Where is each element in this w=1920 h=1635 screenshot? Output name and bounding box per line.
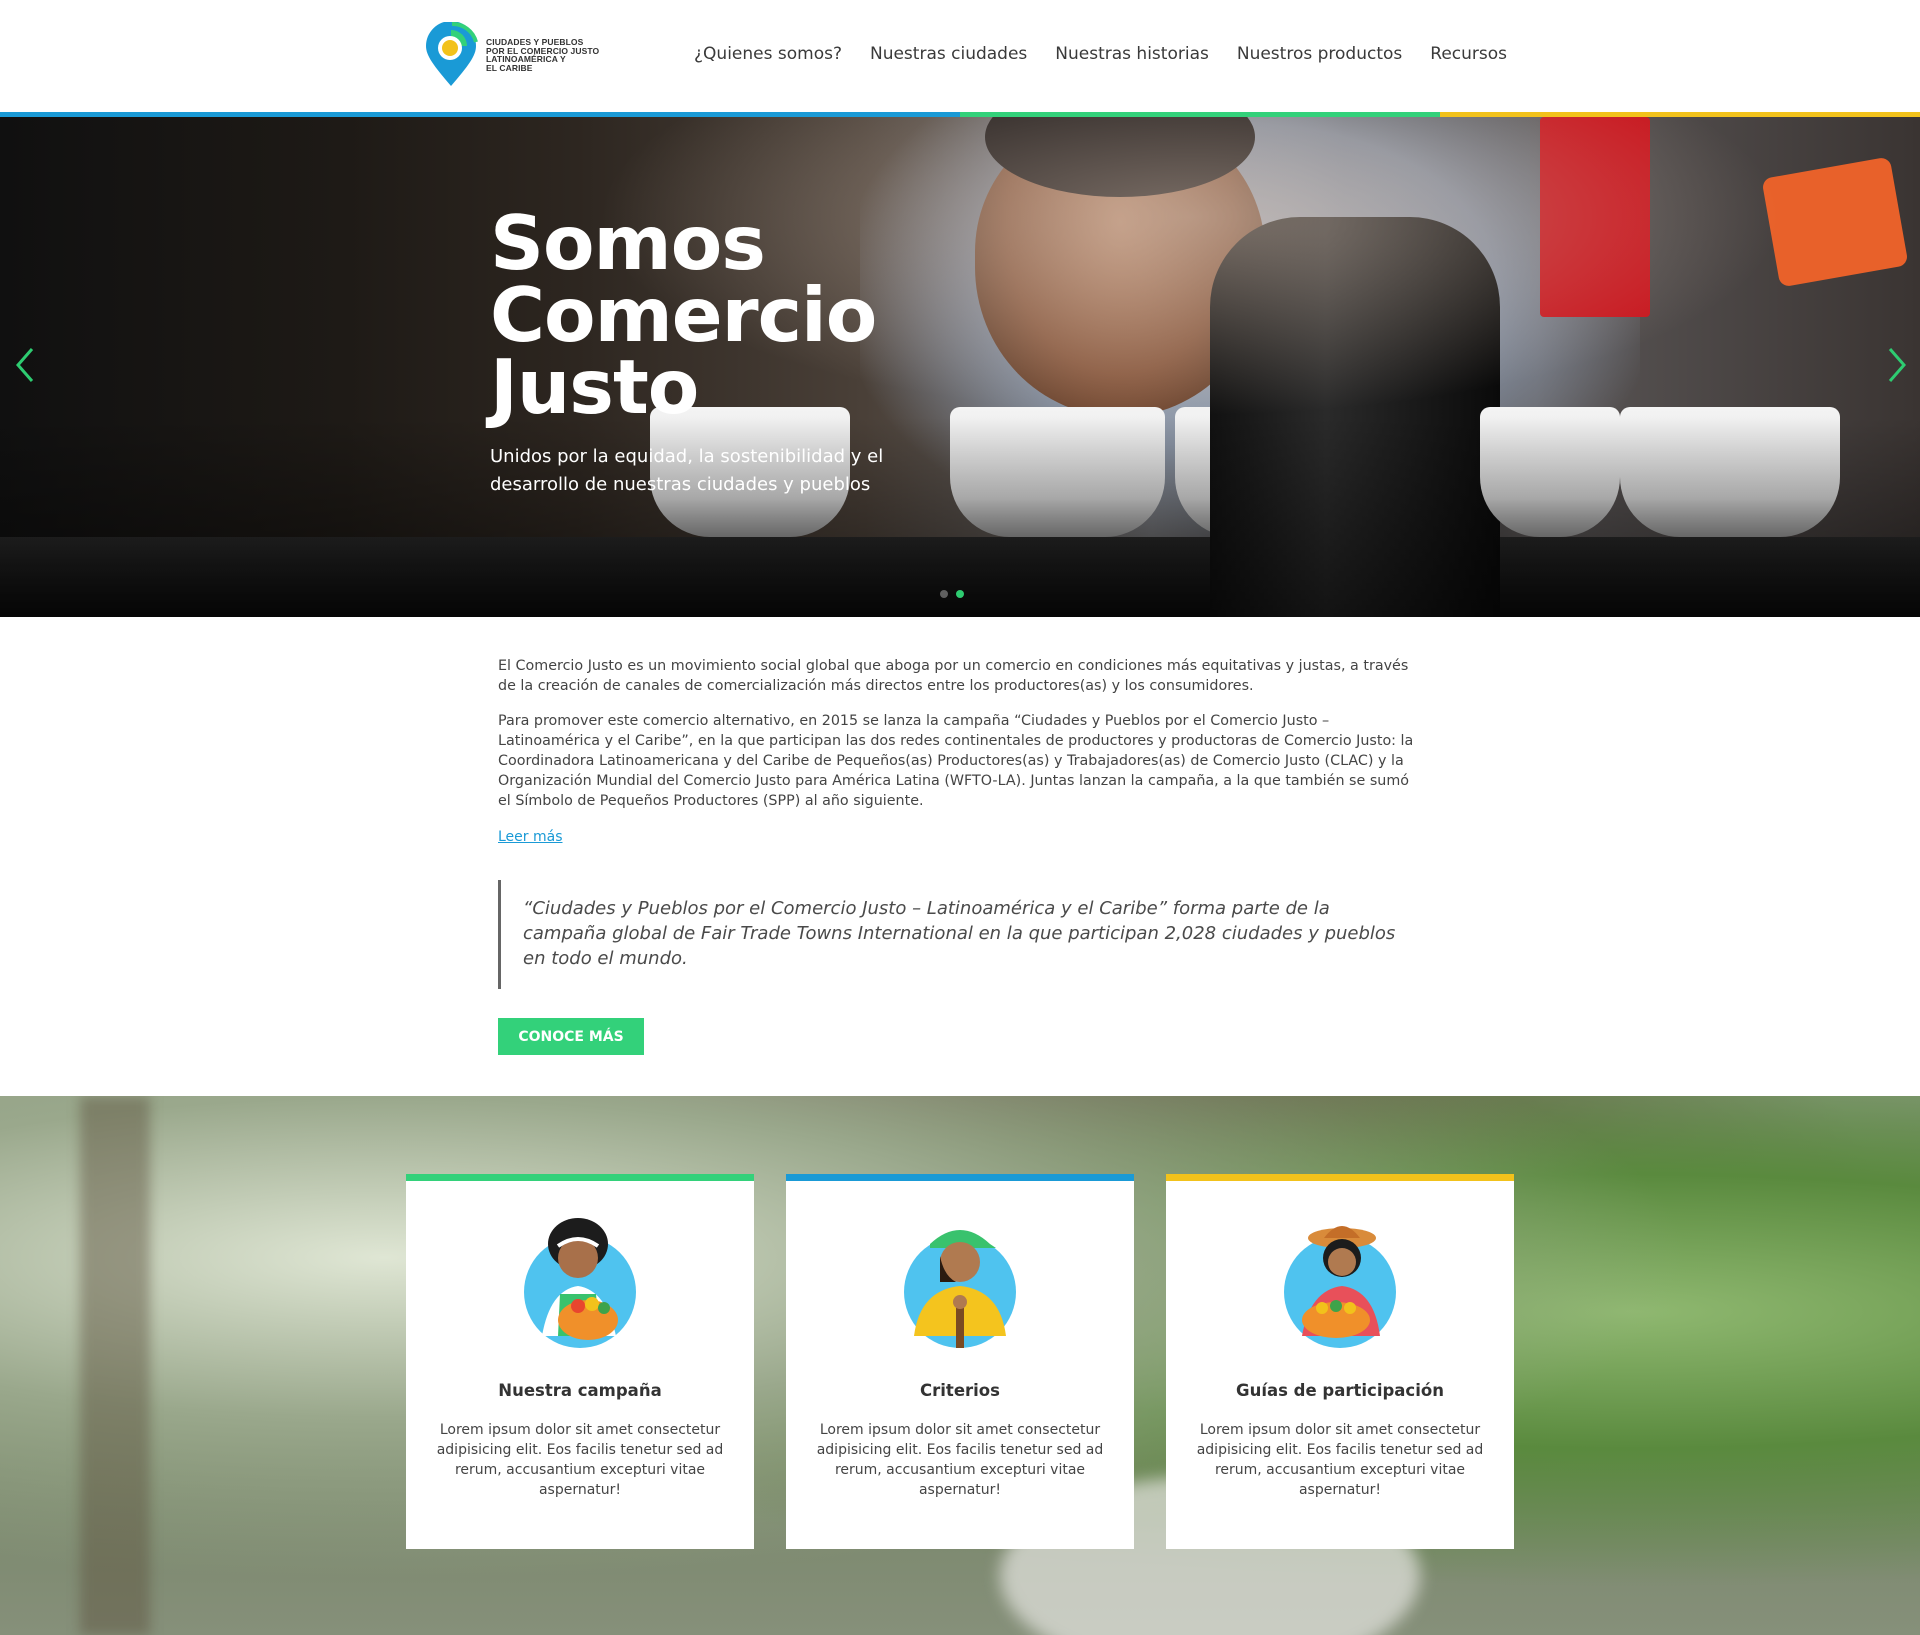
pin-logo-icon [426,22,478,86]
nav-item-quienes-somos[interactable]: ¿Quienes somos? [694,44,842,64]
card-text: Lorem ipsum dolor sit amet consectetur a… [1196,1422,1484,1498]
chevron-right-icon[interactable] [1882,345,1910,385]
card-accent-bar [1166,1174,1514,1181]
nav-item-nuestras-ciudades[interactable]: Nuestras ciudades [870,44,1027,64]
nav-item-recursos[interactable]: Recursos [1430,44,1507,64]
hero-overlay [0,117,1920,617]
slider-dot-active[interactable] [956,590,964,598]
main-nav: ¿Quienes somos? Nuestras ciudades Nuestr… [694,44,1507,64]
intro-text: El Comercio Justo es un movimiento socia… [498,656,1418,826]
site-logo[interactable]: CIUDADES Y PUEBLOS POR EL COMERCIO JUSTO… [422,22,602,90]
card-title: Guías de participación [1236,1381,1444,1400]
hero-title-line: Comercio [490,271,877,359]
woman-with-basket-icon [524,1218,636,1348]
intro-paragraph: El Comercio Justo es un movimiento socia… [498,658,1409,694]
read-more-link[interactable]: Leer más [498,829,563,845]
card-text: Lorem ipsum dolor sit amet consectetur a… [816,1422,1104,1498]
campaign-quote: “Ciudades y Pueblos por el Comercio Just… [498,880,1418,989]
card-text: Lorem ipsum dolor sit amet consectetur a… [436,1422,724,1498]
slider-dot[interactable] [940,590,948,598]
hero-slider: Somos Comercio Justo Unidos por la equid… [0,117,1920,617]
quote-text: “Ciudades y Pueblos por el Comercio Just… [523,898,1396,969]
card-title: Nuestra campaña [498,1381,662,1400]
chevron-left-icon[interactable] [12,345,40,385]
woman-with-hat-icon [1284,1226,1396,1348]
card-guias-de-participacion[interactable]: Guías de participación Lorem ipsum dolor… [1166,1174,1514,1549]
card-nuestra-campana[interactable]: Nuestra campaña Lorem ipsum dolor sit am… [406,1174,754,1549]
features-section: Nuestra campaña Lorem ipsum dolor sit am… [0,1096,1920,1635]
logo-wordmark: CIUDADES Y PUEBLOS POR EL COMERCIO JUSTO… [486,38,606,72]
intro-paragraph: Para promover este comercio alternativo,… [498,713,1414,809]
farmer-with-cap-icon [904,1230,1016,1348]
hero-title-line: Justo [490,343,699,431]
site-header: CIUDADES Y PUEBLOS POR EL COMERCIO JUSTO… [0,0,1920,112]
background-photo-tree [80,1096,150,1635]
card-accent-bar [406,1174,754,1181]
nav-item-nuestros-productos[interactable]: Nuestros productos [1237,44,1402,64]
hero-subtitle: Unidos por la equidad, la sostenibilidad… [490,446,884,495]
hero-title: Somos Comercio Justo [490,199,910,431]
conoce-mas-button[interactable]: CONOCE MÁS [498,1018,644,1055]
slider-dots [940,590,964,598]
card-criterios[interactable]: Criterios Lorem ipsum dolor sit amet con… [786,1174,1134,1549]
hero-title-line: Somos [490,199,766,287]
logo-line: EL CARIBE [486,62,533,73]
card-title: Criterios [920,1381,1000,1400]
card-accent-bar [786,1174,1134,1181]
nav-item-nuestras-historias[interactable]: Nuestras historias [1055,44,1209,64]
